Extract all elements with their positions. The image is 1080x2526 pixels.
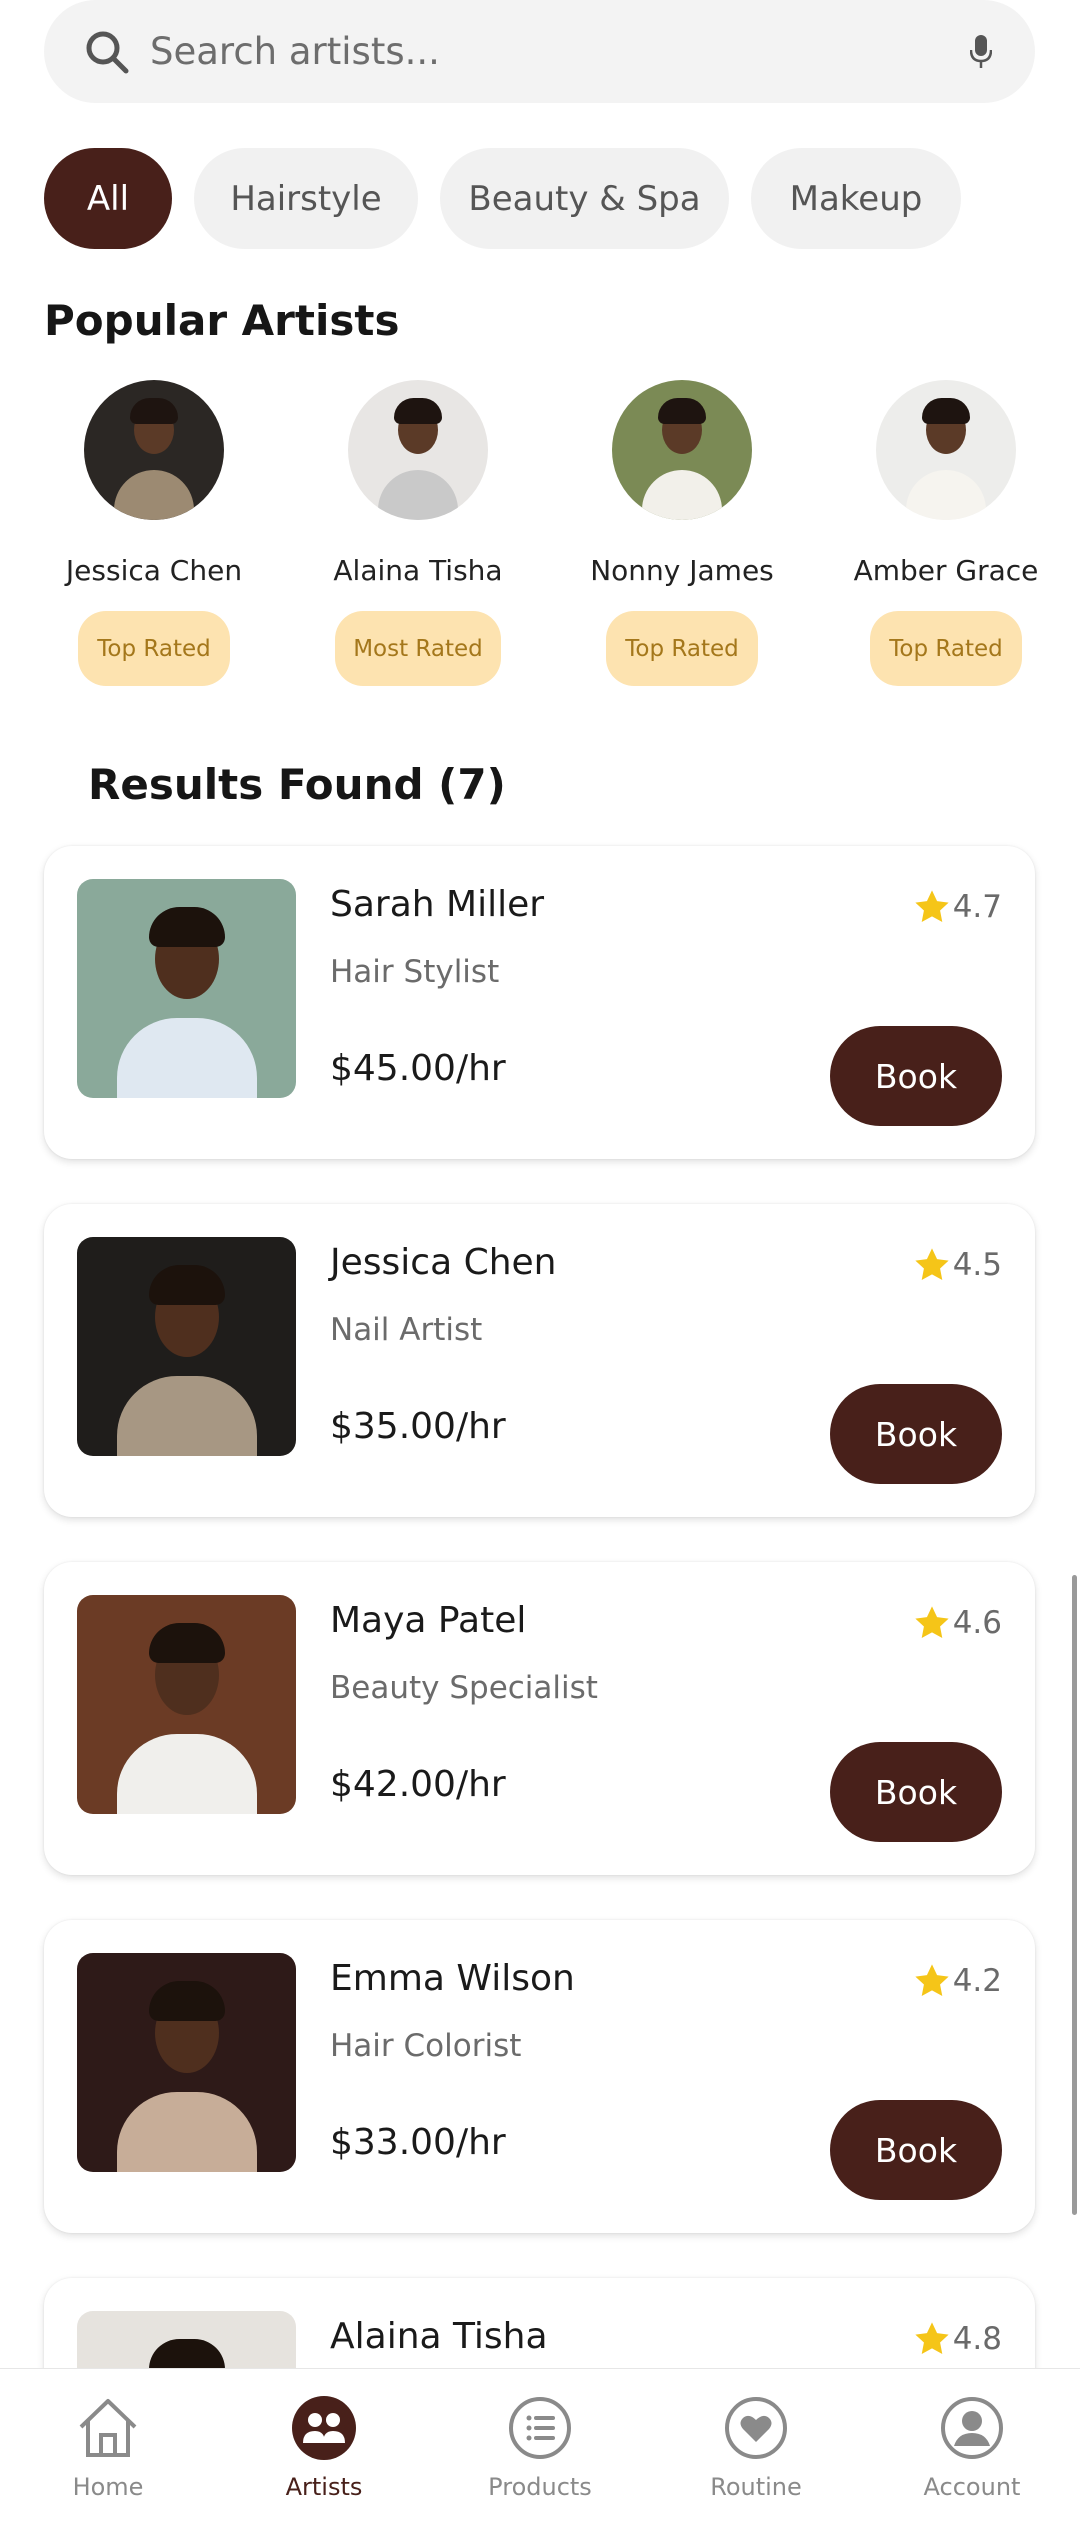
rating: 4.2 [913,1962,1002,2000]
star-icon [915,2322,949,2355]
artist-name: Alaina Tisha [330,2316,548,2357]
book-button[interactable]: Book [830,1384,1002,1484]
search-bar[interactable]: Search artists... [44,0,1035,103]
microphone-icon[interactable] [965,32,997,72]
rating: 4.5 [913,1246,1002,1284]
rating-value: 4.5 [952,1247,1002,1283]
book-button[interactable]: Book [830,1026,1002,1126]
artist-name: Nonny James [590,554,774,587]
nav-label: Products [488,2473,592,2501]
artist-photo [77,1953,296,2172]
chip-makeup[interactable]: Makeup [751,148,961,249]
artist-photo [77,879,296,1098]
artist-price: $33.00/hr [330,2122,506,2163]
status-badge: Most Rated [335,611,501,686]
artist-role: Beauty Specialist [330,1670,598,1706]
artist-card[interactable]: Maya Patel Beauty Specialist $42.00/hr 4… [44,1562,1035,1875]
popular-artist-item[interactable]: Amber Grace Top Rated [826,380,1066,686]
nav-label: Routine [710,2473,802,2501]
nav-products[interactable]: Products [432,2369,648,2526]
nav-label: Home [72,2473,144,2501]
nav-artists[interactable]: Artists [216,2369,432,2526]
status-badge: Top Rated [78,611,230,686]
products-icon [505,2393,575,2463]
category-filter: All Hairstyle Beauty & Spa Makeup [44,148,961,249]
avatar [348,380,488,520]
popular-artists-title: Popular Artists [44,296,400,345]
nav-home[interactable]: Home [0,2369,216,2526]
heart-icon [721,2393,791,2463]
artist-photo [77,1237,296,1456]
nav-label: Artists [285,2473,363,2501]
rating-value: 4.7 [952,889,1002,925]
home-icon [73,2393,143,2463]
chip-hairstyle[interactable]: Hairstyle [194,148,418,249]
artist-name: Jessica Chen [65,554,243,587]
star-icon [915,890,949,923]
avatar [612,380,752,520]
popular-artist-item[interactable]: Nonny James Top Rated [562,380,802,686]
artists-icon [289,2393,359,2463]
star-icon [915,1964,949,1997]
rating-value: 4.6 [952,1605,1002,1641]
status-badge: Top Rated [870,611,1022,686]
artist-name: Jessica Chen [330,1242,557,1283]
rating-value: 4.2 [952,1963,1002,1999]
results-title: Results Found (7) [88,760,506,809]
nav-routine[interactable]: Routine [648,2369,864,2526]
bottom-navigation: Home Artists Products Routine Account [0,2368,1080,2526]
search-input[interactable]: Search artists... [150,30,965,73]
avatar [84,380,224,520]
rating: 4.7 [913,888,1002,926]
popular-artist-item[interactable]: Jessica Chen Top Rated [34,380,274,686]
artist-name: Emma Wilson [330,1958,575,1999]
popular-artists-list: Jessica Chen Top Rated Alaina Tisha Most… [0,380,1080,700]
avatar [876,380,1016,520]
popular-artist-item[interactable]: Alaina Tisha Most Rated [298,380,538,686]
artist-name: Amber Grace [853,554,1039,587]
artist-role: Hair Colorist [330,2028,522,2064]
rating: 4.8 [913,2320,1002,2358]
artist-price: $35.00/hr [330,1406,506,1447]
artist-price: $42.00/hr [330,1764,506,1805]
nav-label: Account [923,2473,1021,2501]
artist-price: $45.00/hr [330,1048,506,1089]
search-icon [82,27,132,77]
account-icon [937,2393,1007,2463]
star-icon [915,1248,949,1281]
artist-name: Sarah Miller [330,884,545,925]
rating: 4.6 [913,1604,1002,1642]
star-icon [915,1606,949,1639]
book-button[interactable]: Book [830,2100,1002,2200]
artist-card[interactable]: Emma Wilson Hair Colorist $33.00/hr 4.2 … [44,1920,1035,2233]
nav-account[interactable]: Account [864,2369,1080,2526]
rating-value: 4.8 [952,2321,1002,2357]
chip-all[interactable]: All [44,148,172,249]
artist-photo [77,1595,296,1814]
artist-name: Maya Patel [330,1600,527,1641]
status-badge: Top Rated [606,611,758,686]
artist-role: Hair Stylist [330,954,500,990]
book-button[interactable]: Book [830,1742,1002,1842]
chip-beauty-spa[interactable]: Beauty & Spa [440,148,729,249]
scrollbar[interactable] [1072,1575,1077,2215]
artist-card[interactable]: Sarah Miller Hair Stylist $45.00/hr 4.7 … [44,846,1035,1159]
artist-name: Alaina Tisha [333,554,503,587]
artist-card[interactable]: Jessica Chen Nail Artist $35.00/hr 4.5 B… [44,1204,1035,1517]
artist-role: Nail Artist [330,1312,483,1348]
